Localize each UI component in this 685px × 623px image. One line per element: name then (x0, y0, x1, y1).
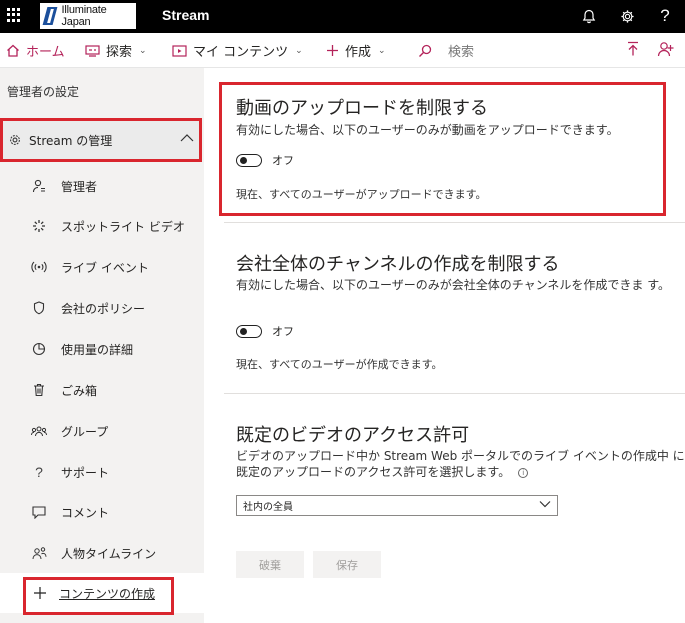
sidebar-item-label: 会社のポリシー (61, 301, 146, 316)
nav-home[interactable]: ホーム (6, 41, 65, 60)
add-person-icon[interactable] (657, 41, 675, 61)
nav-create-label: 作成 (345, 45, 372, 60)
nav-bar: ホーム 探索 ⌄ マイ コンテンツ ⌄ 作成 ⌄ 検索 (0, 33, 685, 68)
channel-restrict-title: 会社全体のチャンネルの作成を制限する (236, 254, 560, 275)
nav-explore-label: 探索 (106, 45, 133, 60)
access-default-title: 既定のビデオのアクセス許可 (236, 425, 470, 446)
nav-create[interactable]: 作成 ⌄ (326, 41, 386, 60)
comment-icon (30, 503, 48, 521)
plus-icon (327, 45, 338, 56)
shield-icon (30, 299, 48, 317)
waffle-icon[interactable] (7, 8, 21, 22)
home-icon (7, 44, 19, 57)
sidebar-item-comments[interactable]: コメント (30, 500, 202, 524)
toggle-label: オフ (272, 325, 294, 338)
gear-icon (8, 133, 22, 147)
search-input[interactable]: 検索 (418, 41, 474, 60)
access-permission-select[interactable]: 社内の全員 (236, 495, 558, 516)
bell-icon[interactable] (578, 5, 600, 27)
admin-icon (30, 177, 48, 195)
sidebar-item-label: サポート (61, 465, 110, 480)
select-value: 社内の全員 (243, 502, 293, 513)
pie-chart-icon (30, 340, 48, 358)
settings-main: 動画のアップロードを制限する 有効にした場合、以下のユーザーのみが動画をアップロ… (204, 68, 685, 623)
sidebar-item-groups[interactable]: グループ (30, 419, 202, 443)
sidebar-item-label: ごみ箱 (61, 383, 98, 398)
sidebar-item-admins[interactable]: 管理者 (30, 174, 202, 198)
sidebar-item-live-events[interactable]: ライブ イベント (30, 255, 202, 279)
access-default-desc-wrap: ビデオのアップロード中か Stream Web ポータルでのライブ イベントの作… (236, 448, 685, 480)
sidebar-item-recycle-bin[interactable]: ごみ箱 (30, 378, 202, 402)
spotlight-icon (30, 217, 48, 235)
chevron-down-icon: ⌄ (378, 45, 386, 56)
sidebar-item-label: コメント (61, 505, 110, 520)
upload-icon[interactable] (626, 41, 640, 61)
help-icon[interactable]: ? (654, 5, 676, 27)
logo-mark-icon (43, 6, 59, 26)
sidebar-item-label: 人物タイムライン (61, 546, 157, 561)
nav-home-label: ホーム (26, 45, 65, 60)
sidebar-item-label: グループ (61, 424, 109, 439)
upload-restrict-title: 動画のアップロードを制限する (236, 98, 488, 119)
sidebar-group-label: Stream の管理 (29, 133, 113, 148)
toggle-label: オフ (272, 154, 294, 167)
sidebar-item-label: スポットライト ビデオ (61, 219, 185, 234)
sidebar-item-spotlight[interactable]: スポットライト ビデオ (30, 214, 202, 238)
question-icon: ? (35, 464, 43, 480)
top-bar: Illuminate Japan Stream ? (0, 0, 685, 33)
sidebar-item-label: 管理者 (61, 179, 98, 194)
sidebar-item-label: 使用量の詳細 (61, 342, 134, 357)
upload-restrict-toggle[interactable]: オフ (236, 152, 294, 168)
divider (224, 393, 685, 394)
access-default-desc: ビデオのアップロード中か Stream Web ポータルでのライブ イベントの作… (236, 449, 685, 479)
divider (224, 222, 685, 223)
create-content-link[interactable]: コンテンツの作成 (0, 573, 204, 613)
sidebar-item-support[interactable]: ? サポート (30, 460, 202, 484)
logo-text: Illuminate Japan (61, 4, 107, 28)
sidebar-group-stream-admin[interactable]: Stream の管理 (0, 118, 202, 162)
nav-my-content-label: マイ コンテンツ (193, 45, 289, 60)
discard-button[interactable]: 破棄 (236, 551, 304, 578)
search-icon (419, 44, 432, 57)
upload-restrict-status: 現在、すべてのユーザーがアップロードできます。 (236, 188, 487, 201)
search-placeholder: 検索 (448, 45, 475, 60)
gear-icon[interactable] (616, 5, 638, 27)
sidebar-item-policy[interactable]: 会社のポリシー (30, 296, 202, 320)
sidebar-heading: 管理者の設定 (7, 85, 80, 99)
nav-my-content[interactable]: マイ コンテンツ ⌄ (172, 41, 303, 60)
nav-explore[interactable]: 探索 ⌄ (85, 41, 147, 60)
chevron-down-icon: ⌄ (295, 45, 303, 56)
live-event-icon (30, 258, 48, 276)
plus-icon (33, 581, 47, 605)
channel-restrict-desc: 有効にした場合、以下のユーザーのみが会社全体のチャンネルを作成できま す。 (236, 278, 671, 292)
people-timeline-icon (30, 544, 48, 562)
app-title[interactable]: Stream (162, 7, 209, 23)
chevron-down-icon (539, 497, 551, 511)
sidebar-item-people-timeline[interactable]: 人物タイムライン (30, 541, 202, 565)
info-icon[interactable]: i (518, 468, 529, 478)
company-logo[interactable]: Illuminate Japan (40, 3, 136, 29)
save-button[interactable]: 保存 (313, 551, 381, 578)
chevron-up-icon[interactable] (180, 130, 194, 146)
trash-icon (30, 381, 48, 399)
group-icon (30, 422, 48, 440)
admin-sidebar: 管理者の設定 Stream の管理 管理者 スポットライト ビデオ ライブ イベ… (0, 68, 204, 623)
sidebar-item-usage[interactable]: 使用量の詳細 (30, 337, 202, 361)
explore-icon (85, 44, 100, 57)
create-content-label: コンテンツの作成 (59, 586, 156, 601)
upload-restrict-desc: 有効にした場合、以下のユーザーのみが動画をアップロードできます。 (236, 123, 619, 137)
video-icon (172, 44, 187, 57)
toggle-switch[interactable] (236, 153, 262, 167)
toggle-switch[interactable] (236, 324, 262, 338)
sidebar-item-label: ライブ イベント (61, 260, 149, 275)
channel-restrict-toggle[interactable]: オフ (236, 323, 294, 339)
chevron-down-icon: ⌄ (139, 45, 147, 56)
channel-restrict-status: 現在、すべてのユーザーが作成できます。 (236, 358, 443, 371)
